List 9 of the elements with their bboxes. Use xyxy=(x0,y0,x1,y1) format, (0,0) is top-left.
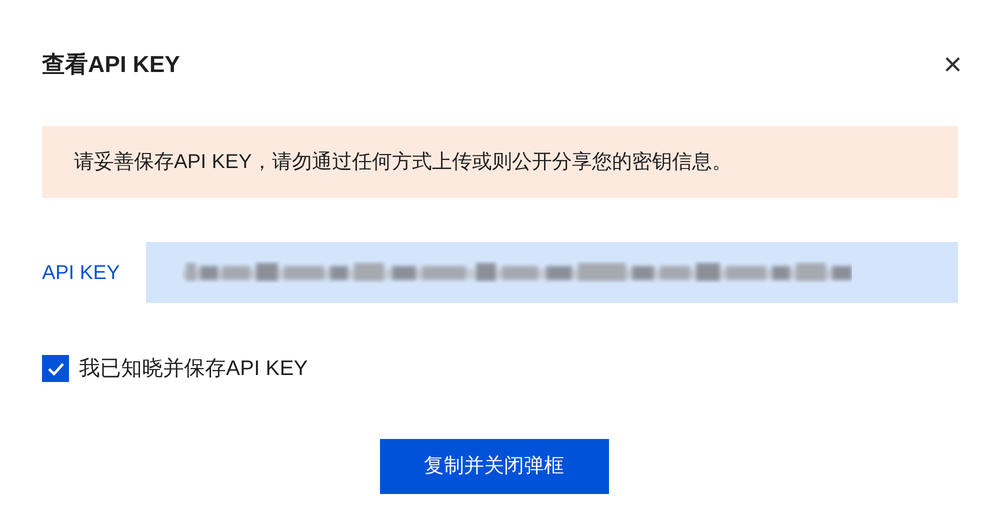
dialog-title: 查看API KEY xyxy=(42,50,180,79)
copy-and-close-button[interactable]: 复制并关闭弹框 xyxy=(380,438,608,494)
checkbox[interactable] xyxy=(42,355,69,382)
checkbox-label: 我已知晓并保存API KEY xyxy=(79,356,308,382)
field-label: API KEY xyxy=(42,260,121,286)
close-button[interactable]: × xyxy=(943,48,962,80)
checkmark-icon xyxy=(46,362,64,376)
api-key-field[interactable] xyxy=(146,242,958,303)
warning-text: 请妥善保存API KEY，请勿通过任何方式上传或则公开分享您的密钥信息。 xyxy=(74,150,732,175)
